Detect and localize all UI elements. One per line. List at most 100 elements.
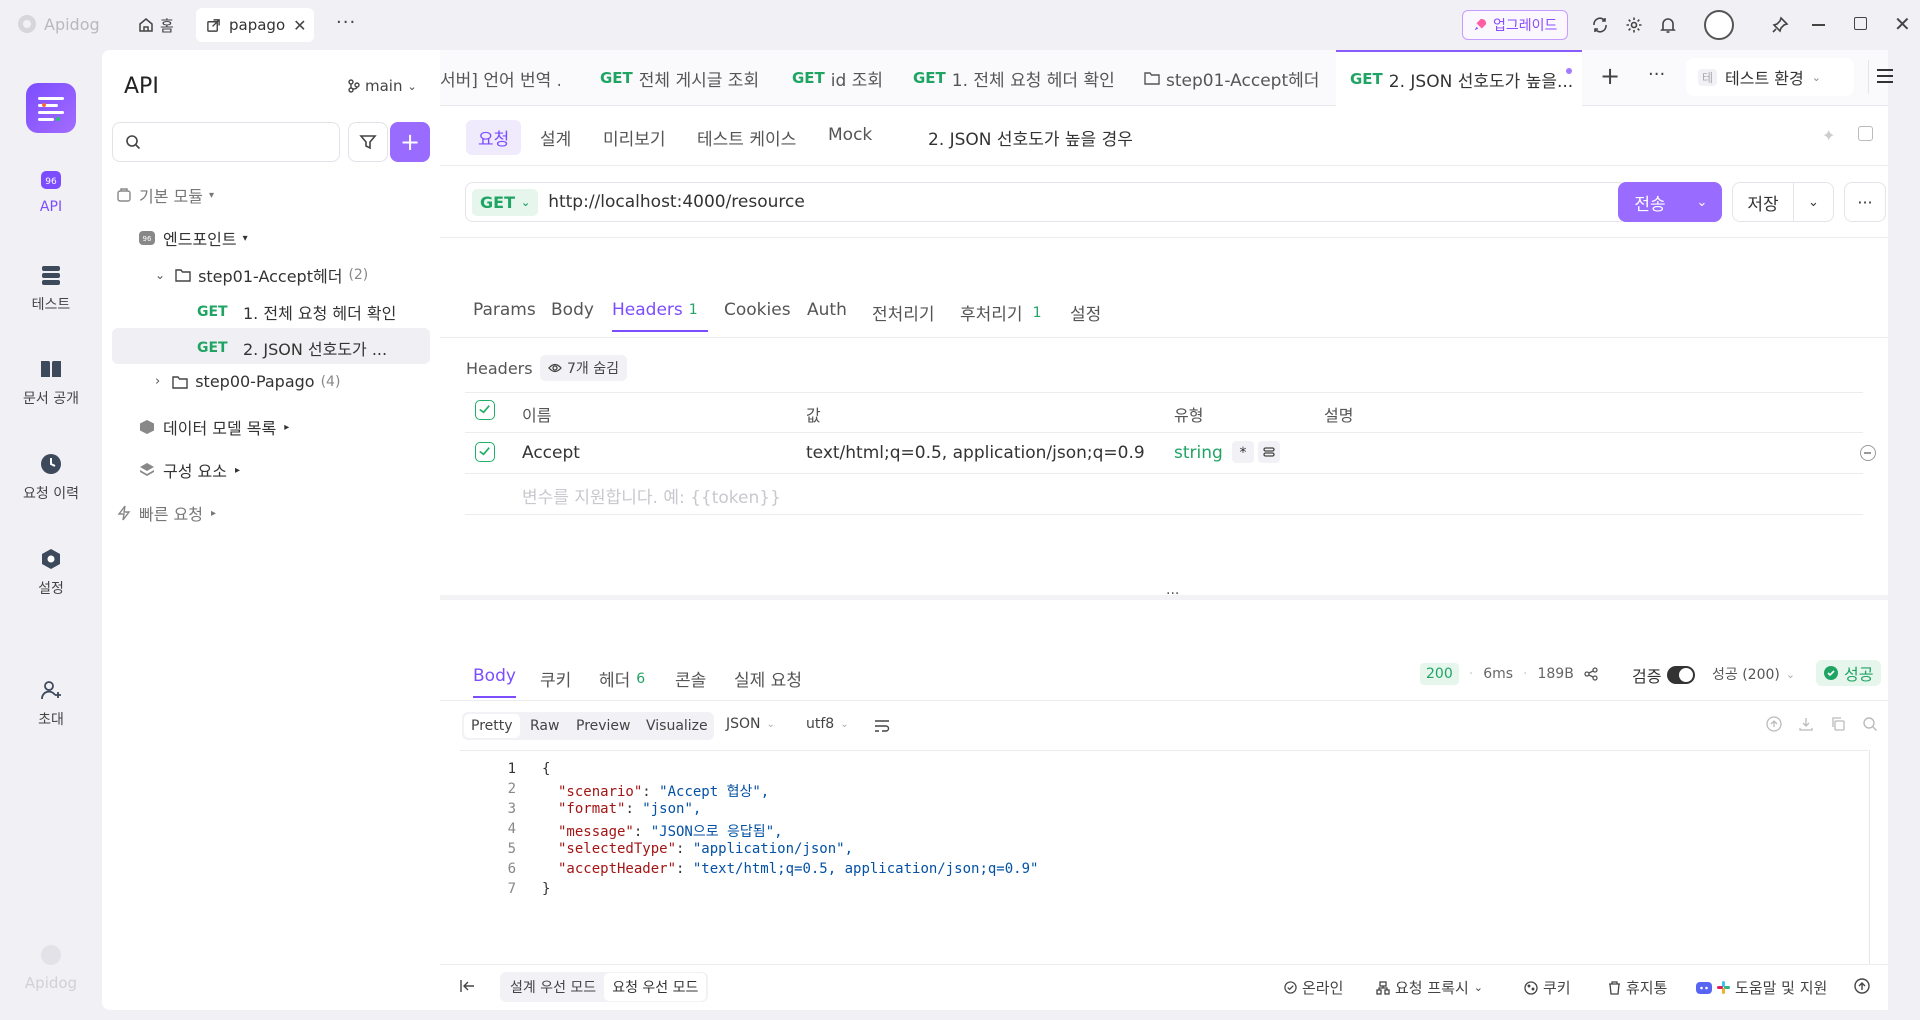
tree-data-models[interactable]: 데이터 모델 목록 ▸ [139, 415, 289, 439]
trash-button[interactable]: 휴지통 [1608, 977, 1667, 998]
doc-tab[interactable]: 서버] 언어 번역 ... [440, 50, 560, 106]
tree-request-2[interactable]: GET 2. JSON 선호도가 ... [197, 336, 509, 360]
home-tab[interactable]: 홈 [130, 9, 182, 41]
scroll-top-icon[interactable] [1854, 978, 1870, 994]
new-header-placeholder[interactable]: 변수를 지원합니다. 예: {{token}} [522, 483, 781, 508]
minimize-icon[interactable] [1812, 24, 1825, 26]
tree-folder-step00[interactable]: › step00-Papago (4) [155, 372, 340, 391]
project-tab[interactable]: papago ✕ [196, 8, 314, 42]
collapse-sidebar-icon[interactable] [460, 979, 476, 993]
branch-selector[interactable]: main ⌄ [348, 77, 417, 95]
tree-default-module[interactable]: 기본 모듈 ▾ [117, 183, 214, 207]
toggle-switch[interactable] [1667, 666, 1696, 684]
response-body-editor[interactable]: 1 { 2 "scenario": "Accept 협상", 3 "format… [460, 750, 1868, 998]
share-icon[interactable] [1584, 667, 1598, 681]
pin-icon[interactable] [1766, 11, 1794, 39]
validate-toggle[interactable]: 검증 [1632, 663, 1696, 687]
subtab-preview[interactable]: 미리보기 [603, 125, 666, 150]
url-input[interactable] [548, 192, 1549, 212]
param-tab-cookies[interactable]: Cookies [724, 300, 791, 320]
tree-endpoints[interactable]: 96 엔드포인트 ▾ [139, 226, 248, 250]
format-tab-pretty[interactable]: Pretty [464, 714, 520, 738]
mode-request-button[interactable]: 요청 우선 모드 [604, 973, 707, 1001]
response-tab-cookies[interactable]: 쿠키 [540, 666, 571, 691]
environment-selector[interactable]: 테 테스트 환경 ⌄ [1686, 58, 1854, 96]
param-tab-params[interactable]: Params [473, 300, 536, 320]
gear-icon[interactable] [1620, 11, 1648, 39]
hidden-headers-toggle[interactable]: 7개 숨김 [540, 355, 627, 381]
param-tab-postprocessor[interactable]: 후처리기 1 [960, 300, 1041, 326]
param-tab-headers[interactable]: Headers 1 [612, 300, 708, 332]
response-tab-actual-request[interactable]: 실제 요청 [734, 666, 802, 691]
subtab-test-cases[interactable]: 테스트 케이스 [697, 125, 796, 150]
param-tab-auth[interactable]: Auth [807, 300, 847, 320]
bell-icon[interactable] [1654, 11, 1682, 39]
required-asterisk-icon[interactable]: * [1232, 441, 1254, 463]
tree-folder-step01[interactable]: ⌄ step01-Accept헤더 (2) [155, 263, 368, 287]
rail-item-settings[interactable]: 설정 [0, 546, 102, 598]
project-logo[interactable] [26, 83, 76, 133]
select-all-checkbox[interactable] [475, 400, 495, 420]
scrollbar[interactable] [1869, 750, 1870, 996]
search-icon[interactable] [1862, 716, 1878, 732]
response-tab-console[interactable]: 콘솔 [675, 666, 706, 691]
header-type-cell[interactable]: string [1174, 443, 1223, 463]
sync-icon[interactable] [1586, 11, 1614, 39]
copy-icon[interactable] [1830, 716, 1846, 732]
format-tab-visualize[interactable]: Visualize [646, 718, 708, 734]
panel-splitter[interactable] [440, 595, 1888, 600]
panel-toggle-icon[interactable] [1858, 126, 1873, 141]
close-icon[interactable]: ✕ [293, 16, 306, 35]
response-tab-body[interactable]: Body [473, 666, 516, 698]
doc-tab[interactable]: GET 전체 게시글 조회 [600, 50, 759, 106]
format-tab-raw[interactable]: Raw [530, 718, 559, 734]
rail-item-api[interactable]: 96 API [0, 167, 102, 215]
url-bar[interactable]: GET ⌄ [465, 182, 1627, 222]
doc-tab[interactable]: step01-Accept헤더 [1144, 50, 1319, 106]
subtab-mock[interactable]: Mock [828, 125, 872, 145]
format-select[interactable]: JSON ⌄ [726, 716, 775, 732]
link-icon[interactable] [1258, 441, 1280, 463]
tree-request-1[interactable]: GET 1. 전체 요청 헤더 확인 [197, 300, 509, 324]
save-button[interactable]: 저장 ⌄ [1732, 182, 1834, 222]
new-tab-plus-icon[interactable]: + [1600, 62, 1620, 90]
upload-icon[interactable] [1766, 716, 1782, 732]
window-close-icon[interactable]: ✕ [1894, 12, 1911, 36]
rail-item-docs[interactable]: 문서 공개 [0, 356, 102, 408]
param-tab-settings[interactable]: 설정 [1070, 300, 1101, 325]
encoding-select[interactable]: utf8 ⌄ [806, 716, 849, 732]
subtab-request[interactable]: 요청 [466, 120, 522, 155]
doc-tab-active[interactable]: GET 2. JSON 선호도가 높을... [1336, 50, 1582, 106]
method-select[interactable]: GET ⌄ [472, 188, 539, 216]
param-tab-body[interactable]: Body [551, 300, 594, 320]
row-checkbox[interactable] [475, 442, 495, 462]
drag-handle-icon[interactable]: ··· [1166, 586, 1179, 602]
online-status[interactable]: 온라인 [1284, 977, 1343, 998]
help-button[interactable]: 도움말 및 지원 [1696, 977, 1827, 998]
word-wrap-icon[interactable] [874, 719, 890, 733]
format-tab-preview[interactable]: Preview [576, 718, 631, 734]
remove-row-icon[interactable] [1860, 445, 1876, 461]
search-input[interactable] [149, 134, 319, 150]
hamburger-menu-icon[interactable] [1876, 68, 1894, 84]
doc-tab[interactable]: GET 1. 전체 요청 헤더 확인 [913, 50, 1115, 106]
search-box[interactable] [112, 122, 340, 162]
rail-item-history[interactable]: 요청 이력 [0, 451, 102, 503]
proxy-select[interactable]: 요청 프록시 ⌄ [1376, 977, 1483, 998]
tabs-more-icon[interactable]: ··· [1648, 64, 1665, 85]
header-value-cell[interactable]: text/html;q=0.5, application/json;q=0.9 [806, 443, 1145, 463]
rail-item-test[interactable]: 테스트 [0, 262, 102, 314]
send-button[interactable]: 전송 ⌄ [1618, 182, 1722, 222]
add-button[interactable]: + [390, 122, 430, 162]
restore-icon[interactable] [1854, 17, 1867, 30]
mode-design-button[interactable]: 설계 우선 모드 [502, 973, 604, 1001]
header-name-cell[interactable]: Accept [522, 443, 580, 463]
download-icon[interactable] [1798, 716, 1814, 732]
upgrade-button[interactable]: 업그레이드 [1462, 10, 1569, 40]
chevron-down-icon[interactable]: ⌄ [1682, 195, 1722, 210]
more-actions-icon[interactable]: ··· [1844, 182, 1886, 222]
cookie-button[interactable]: 쿠키 [1524, 977, 1571, 998]
response-tab-headers[interactable]: 헤더 6 [599, 666, 645, 692]
param-tab-preprocessor[interactable]: 전처리기 [872, 300, 935, 325]
validate-result-select[interactable]: 성공 (200) ⌄ [1712, 664, 1795, 684]
